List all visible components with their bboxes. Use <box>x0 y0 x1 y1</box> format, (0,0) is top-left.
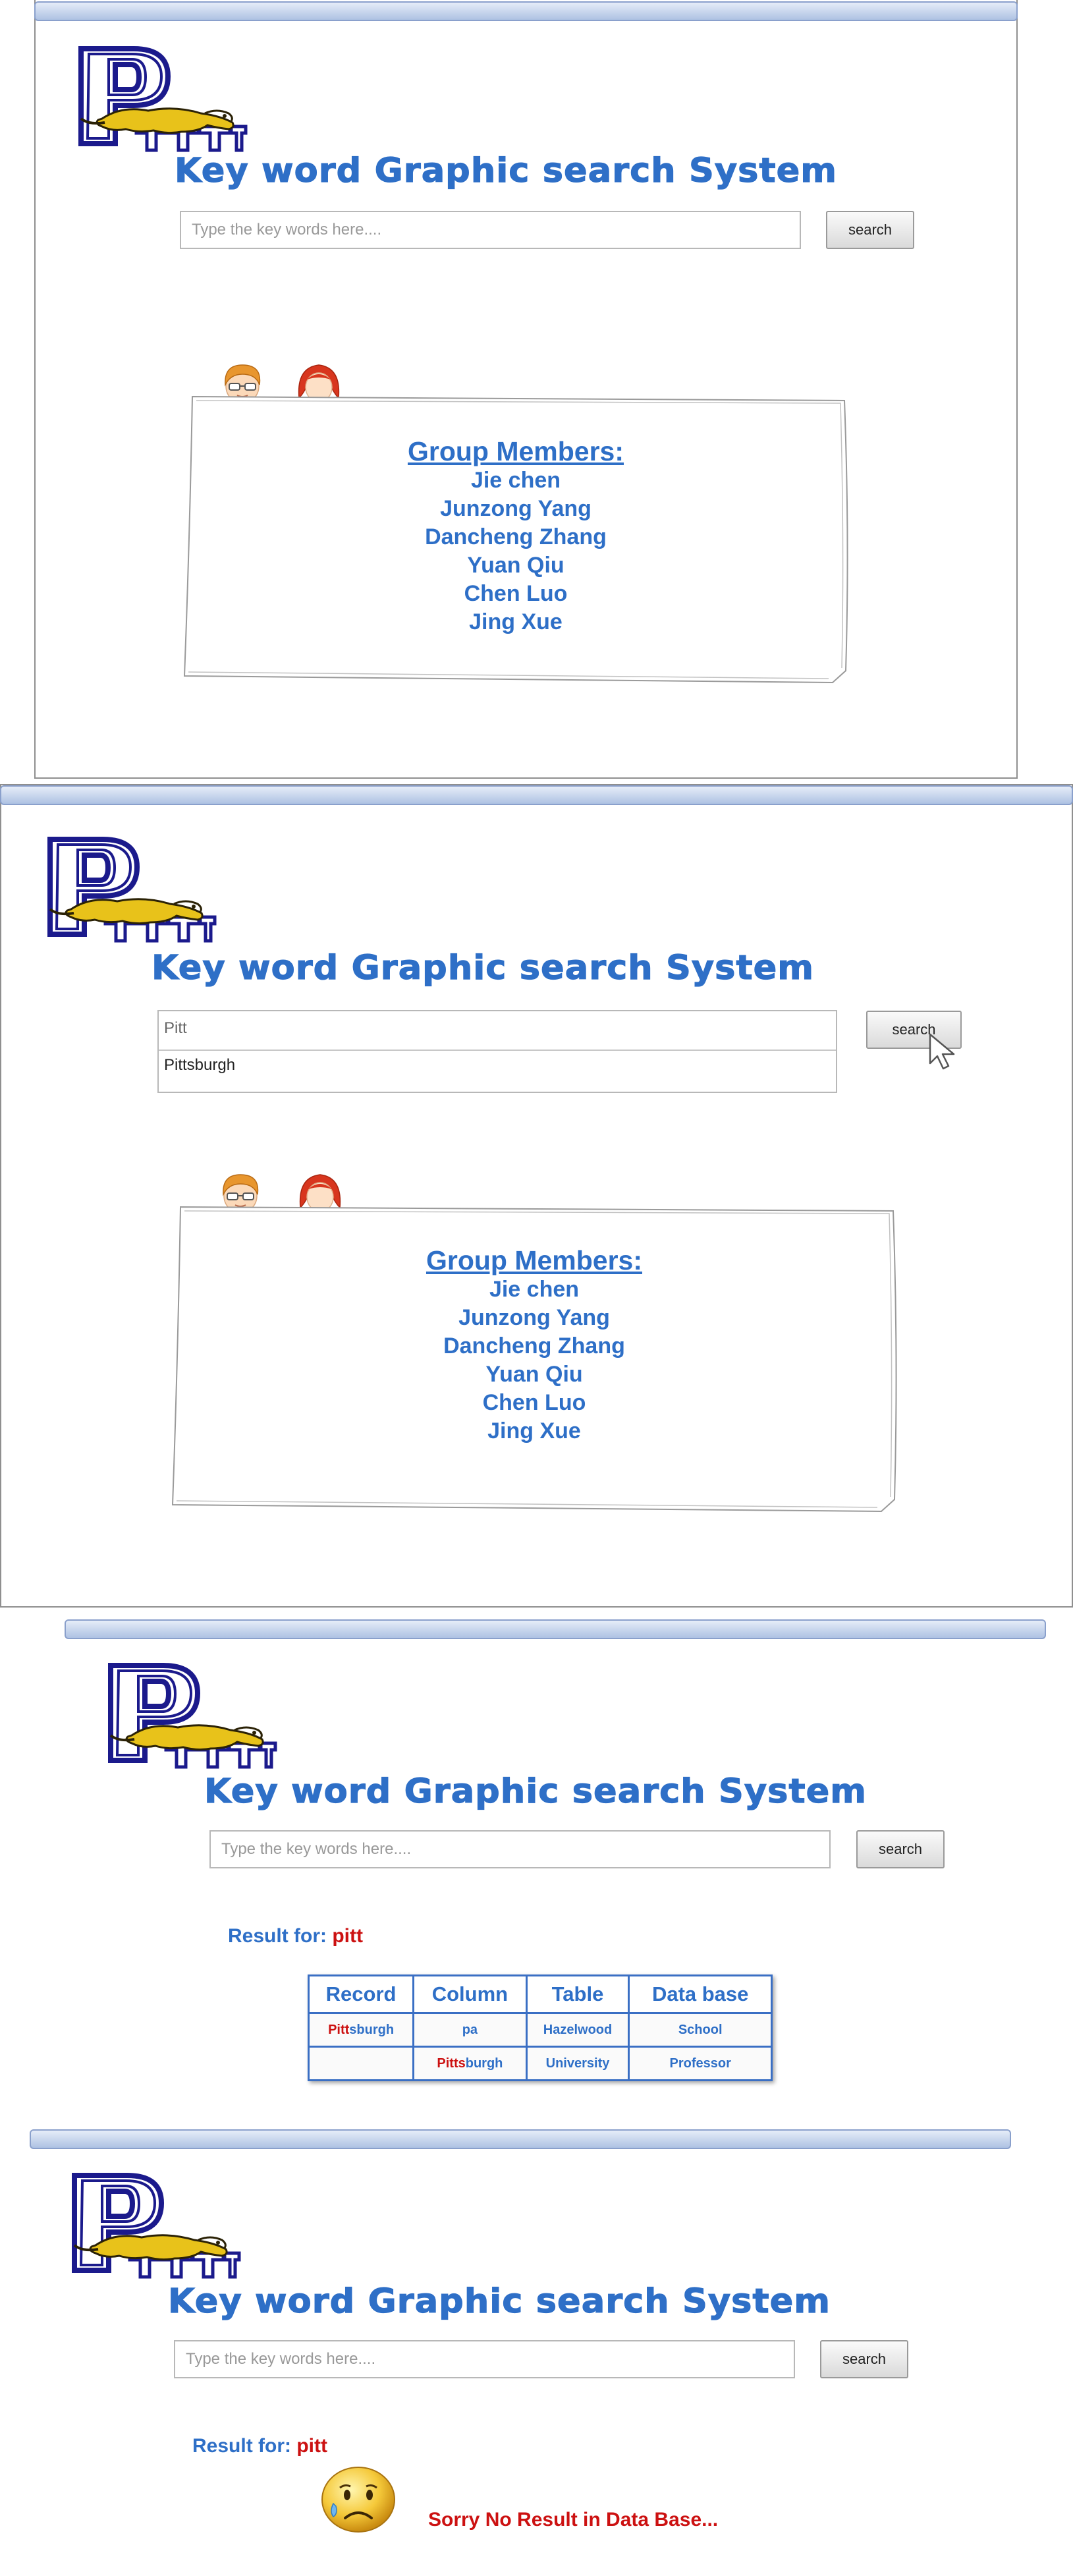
search-button[interactable]: search <box>820 2340 908 2378</box>
search-input[interactable] <box>180 211 801 249</box>
member-name: Dancheng Zhang <box>443 1333 625 1358</box>
result-label: Result for: pitt <box>192 2435 327 2457</box>
pitt-logo <box>72 2173 241 2279</box>
suggestion-item[interactable]: Pittsburgh <box>164 1056 235 1075</box>
group-members-list: Group Members: Jie chen Junzong Yang Dan… <box>183 436 848 636</box>
table-row[interactable]: Pittsburgh University Professor <box>307 2046 773 2081</box>
member-name: Chen Luo <box>482 1390 586 1415</box>
table-cell[interactable]: School <box>628 2012 773 2048</box>
cell-text: Professor <box>669 2056 731 2071</box>
table-header-row: Record Column Table Data base <box>307 1974 773 2014</box>
result-keyword: pitt <box>332 1925 363 1947</box>
result-label: Result for: pitt <box>228 1925 363 1947</box>
results-table: Record Column Table Data base Pittsburgh… <box>307 1974 773 2081</box>
member-name: Jing Xue <box>487 1418 581 1443</box>
app-title: Key word Graphic search System <box>204 1772 867 1811</box>
match-highlight: Pitt <box>328 2022 350 2037</box>
table-cell[interactable]: pa <box>412 2012 528 2048</box>
pitt-logo <box>78 46 248 152</box>
member-name: Junzong Yang <box>440 496 592 521</box>
column-header: Data base <box>628 1974 773 2014</box>
column-header: Column <box>412 1974 528 2014</box>
search-button[interactable]: search <box>826 211 914 249</box>
mouse-cursor-icon <box>929 1033 955 1070</box>
table-cell[interactable]: Professor <box>628 2046 773 2081</box>
search-button[interactable]: search <box>856 1830 945 1868</box>
pitt-logo <box>108 1663 277 1769</box>
group-members-heading: Group Members: <box>407 436 624 466</box>
group-members-list: Group Members: Jie chen Junzong Yang Dan… <box>171 1245 897 1445</box>
table-cell[interactable]: University <box>525 2046 630 2081</box>
window-titlebar <box>65 1619 1046 1639</box>
no-result-message: Sorry No Result in Data Base... <box>428 2509 719 2531</box>
table-cell[interactable] <box>307 2046 415 2081</box>
sad-face-icon <box>321 2467 395 2533</box>
table-cell[interactable]: Pittsburgh <box>307 2012 415 2048</box>
cell-text: University <box>545 2056 610 2071</box>
group-members-heading: Group Members: <box>426 1245 643 1275</box>
search-autocomplete[interactable]: Pitt Pittsburgh <box>157 1010 837 1093</box>
pitt-logo <box>47 837 217 943</box>
member-name: Jing Xue <box>469 609 563 634</box>
result-keyword: pitt <box>296 2435 327 2457</box>
search-input[interactable] <box>174 2340 795 2378</box>
cell-text: Hazelwood <box>543 2022 613 2037</box>
member-name: Chen Luo <box>464 581 568 606</box>
cell-text: sburgh <box>349 2022 395 2037</box>
cell-text: burgh <box>465 2056 503 2071</box>
cell-text: School <box>678 2022 723 2037</box>
window-titlebar <box>30 2129 1011 2149</box>
window-titlebar <box>34 1 1018 21</box>
search-input[interactable]: Pitt <box>164 1019 187 1038</box>
member-name: Jie chen <box>470 468 561 493</box>
member-name: Yuan Qiu <box>485 1362 583 1387</box>
table-row[interactable]: Pittsburgh pa Hazelwood School <box>307 2012 773 2048</box>
app-title: Key word Graphic search System <box>174 151 838 190</box>
window-titlebar <box>0 785 1073 805</box>
table-cell[interactable]: Hazelwood <box>525 2012 630 2048</box>
member-name: Yuan Qiu <box>467 553 564 578</box>
result-label-text: Result for: <box>228 1925 327 1947</box>
member-name: Dancheng Zhang <box>425 524 607 549</box>
column-header: Record <box>307 1974 415 2014</box>
search-input[interactable] <box>209 1830 831 1868</box>
cell-text: pa <box>462 2022 478 2037</box>
member-name: Jie chen <box>489 1277 580 1302</box>
match-highlight: Pitts <box>437 2056 466 2071</box>
column-header: Table <box>525 1974 630 2014</box>
app-title: Key word Graphic search System <box>151 948 815 988</box>
member-name: Junzong Yang <box>458 1305 610 1330</box>
result-label-text: Result for: <box>192 2435 291 2457</box>
table-cell[interactable]: Pittsburgh <box>412 2046 528 2081</box>
dropdown-divider <box>159 1050 836 1051</box>
app-title: Key word Graphic search System <box>167 2282 831 2321</box>
